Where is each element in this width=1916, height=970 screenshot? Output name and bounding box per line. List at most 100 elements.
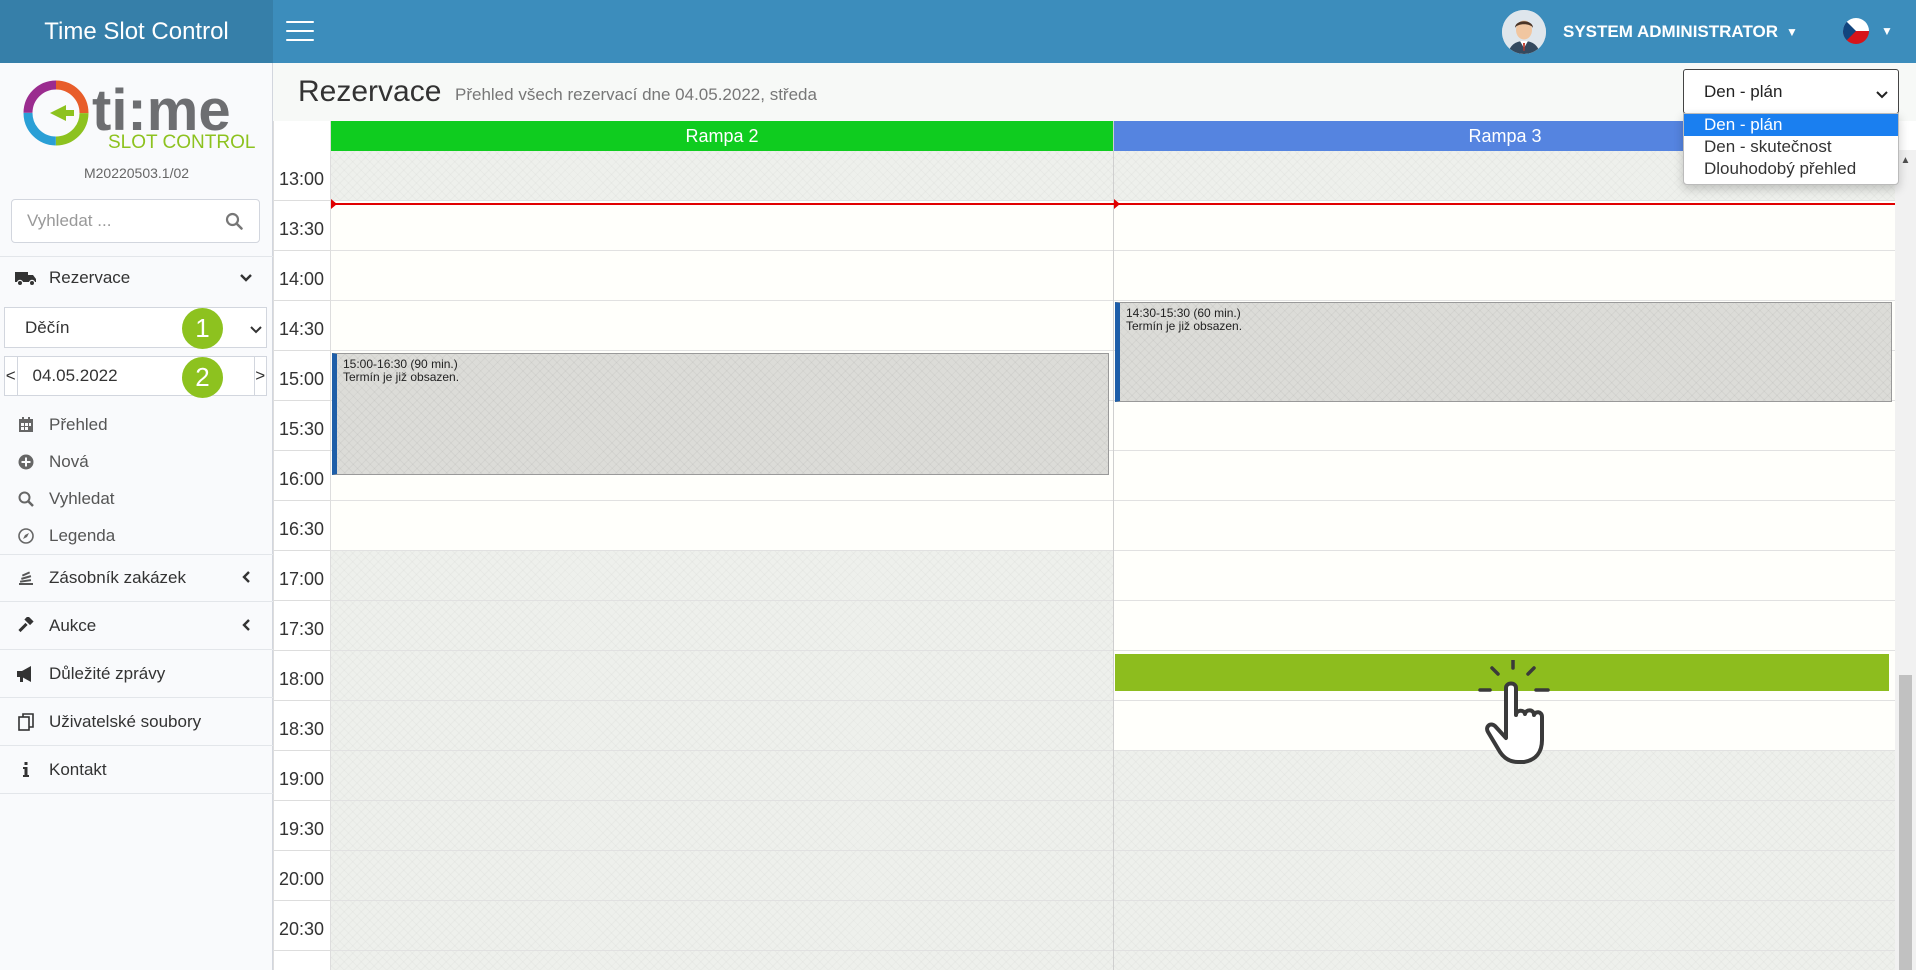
caret-down-icon: ▼ [1786, 25, 1798, 39]
time-label: 20:30 [274, 901, 330, 951]
new-reservation-slot[interactable] [1115, 654, 1889, 691]
menu-item-rezervace[interactable]: Rezervace [0, 258, 272, 298]
time-slot-closed [331, 551, 1113, 601]
reservation-calendar: 13:00 13:30 14:00 14:30 15:00 15:30 16:00 16:30… [273, 121, 1895, 970]
time-slot-open[interactable] [331, 501, 1113, 551]
truck-icon [15, 270, 37, 286]
stack-icon [15, 570, 37, 586]
reservation-block[interactable]: 15:00-16:30 (90 min.) Termín je již obsa… [332, 353, 1109, 475]
next-day-button[interactable]: > [253, 357, 267, 395]
chevron-down-icon [240, 270, 252, 286]
time-slot-closed [331, 601, 1113, 651]
view-mode-select[interactable]: Den - plán [1683, 69, 1899, 114]
search-icon [15, 491, 37, 507]
time-slot-closed [331, 951, 1113, 970]
calendar-icon [15, 416, 37, 433]
time-label: 18:30 [274, 701, 330, 751]
time-slot-closed [331, 801, 1113, 851]
scrollbar[interactable]: ▲ [1895, 150, 1916, 970]
time-slot-open[interactable] [1114, 401, 1895, 451]
time-slot-closed [331, 701, 1113, 751]
time-slot-open[interactable] [1114, 601, 1895, 651]
reservation-status: Termín je již obsazen. [1126, 319, 1243, 333]
search-input[interactable] [12, 200, 212, 242]
info-icon [15, 761, 37, 778]
time-label: 14:30 [274, 301, 330, 351]
view-option-den-skutecnost[interactable]: Den - skutečnost [1684, 136, 1898, 158]
menu-toggle-icon[interactable] [286, 18, 314, 44]
view-option-dlouhodoby-prehled[interactable]: Dlouhodobý přehled [1684, 158, 1898, 180]
reservation-block[interactable]: 14:30-15:30 (60 min.) Termín je již obsa… [1115, 302, 1892, 402]
time-slot-open[interactable] [1114, 201, 1895, 251]
time-label: 21:00 [274, 951, 330, 970]
menu-item-zasobnik-zakazek[interactable]: Zásobník zakázek [0, 555, 272, 601]
menu-item-label: Zásobník zakázek [49, 568, 187, 587]
time-slot-open[interactable] [331, 301, 1113, 351]
view-option-den-plan[interactable]: Den - plán [1684, 114, 1898, 136]
time-label: 15:30 [274, 401, 330, 451]
time-slot-closed [1114, 851, 1895, 901]
depot-select[interactable]: Děčín [4, 307, 267, 348]
czech-flag-icon [1843, 18, 1869, 44]
current-time-marker [1114, 199, 1120, 209]
time-slot-open[interactable] [1114, 701, 1895, 751]
sidebar-search [11, 199, 260, 243]
menu-item-dulezite-zpravy[interactable]: Důležité zprávy [0, 650, 272, 697]
sidebar-item-nova[interactable]: Nová [0, 443, 272, 480]
menu-item-label: Rezervace [49, 268, 131, 287]
user-menu[interactable]: SYSTEM ADMINISTRATOR ▼ [1502, 10, 1798, 54]
time-column: 13:00 13:30 14:00 14:30 15:00 15:30 16:00 16:30… [274, 121, 331, 970]
search-icon[interactable] [225, 212, 243, 235]
sidebar-item-legenda[interactable]: Legenda [0, 517, 272, 554]
page-title: Rezervace [298, 75, 442, 108]
time-label: 17:00 [274, 551, 330, 601]
sidebar-item-label: Legenda [49, 525, 116, 545]
divider [0, 256, 273, 257]
menu-item-label: Aukce [49, 615, 97, 635]
avatar [1502, 10, 1546, 54]
step-badge-1: 1 [182, 308, 223, 349]
language-selector[interactable]: ▼ [1843, 18, 1893, 44]
menu-item-label: Důležité zprávy [49, 663, 166, 683]
time-slot-open[interactable] [1114, 501, 1895, 551]
time-label: 17:30 [274, 601, 330, 651]
time-slot-closed [331, 901, 1113, 951]
time-label: 13:30 [274, 201, 330, 251]
time-slot-open[interactable] [331, 251, 1113, 301]
time-slot-open[interactable] [1114, 251, 1895, 301]
top-bar: Time Slot Control SYSTEM ADMINISTRATOR ▼… [0, 0, 1916, 63]
menu-item-uzivatelske-soubory[interactable]: Uživatelské soubory [0, 698, 272, 745]
time-slot-closed [1114, 801, 1895, 851]
time-slot-open[interactable] [331, 201, 1113, 251]
page-subtitle: Přehled všech rezervací dne 04.05.2022, … [455, 85, 817, 104]
column-divider [1113, 121, 1114, 970]
sidebar-item-label: Vyhledat [49, 488, 115, 508]
menu-item-label: Kontakt [49, 759, 107, 779]
chevron-down-icon [1876, 85, 1888, 105]
time-label: 13:00 [274, 151, 330, 201]
scroll-thumb[interactable] [1899, 675, 1912, 970]
time-label: 19:30 [274, 801, 330, 851]
column-rampa-2 [331, 151, 1113, 970]
current-time-line [331, 203, 1895, 205]
time-slot-closed [1114, 751, 1895, 801]
menu-item-kontakt[interactable]: Kontakt [0, 746, 272, 793]
sidebar-item-prehled[interactable]: Přehled [0, 406, 272, 443]
time-slot-closed [331, 751, 1113, 801]
caret-down-icon: ▼ [1881, 24, 1893, 38]
column-header-rampa-2: Rampa 2 [331, 121, 1113, 151]
time-slot-closed [1114, 951, 1895, 970]
previous-day-button[interactable]: < [5, 357, 18, 395]
copy-icon [15, 712, 37, 731]
sidebar-item-vyhledat[interactable]: Vyhledat [0, 480, 272, 517]
time-slot-open[interactable] [1114, 551, 1895, 601]
chevron-left-icon [242, 618, 252, 634]
user-name: SYSTEM ADMINISTRATOR [1563, 22, 1779, 41]
time-label: 14:00 [274, 251, 330, 301]
time-label: 20:00 [274, 851, 330, 901]
app-brand[interactable]: Time Slot Control [0, 0, 273, 63]
time-slot-open[interactable] [1114, 451, 1895, 501]
compass-icon [15, 527, 37, 544]
plus-circle-icon [15, 454, 37, 470]
menu-item-aukce[interactable]: Aukce [0, 602, 272, 649]
